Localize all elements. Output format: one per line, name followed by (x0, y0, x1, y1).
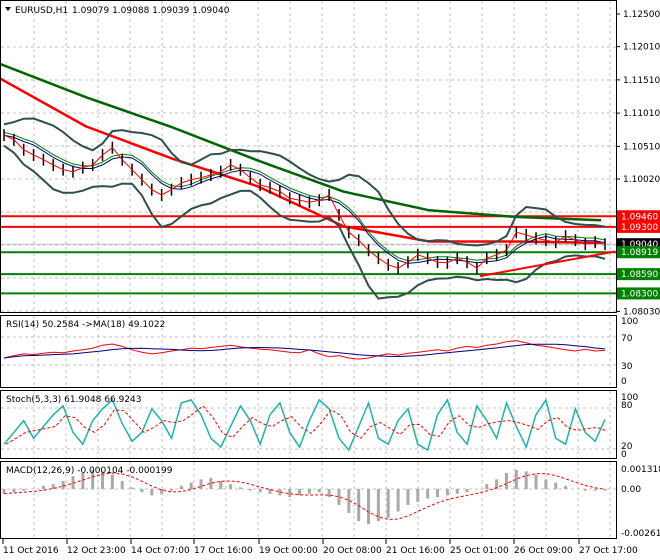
time-tick-label: 12 Oct 23:00 (67, 546, 126, 556)
macd-axis: 0.001318 0.00 -0.002615 (621, 465, 660, 539)
time-tick-label: 20 Oct 08:00 (323, 546, 382, 556)
level-tags: 1.094601.093001.090401.089191.085901.083… (617, 210, 660, 300)
rsi-tick: 30 (621, 362, 633, 372)
grid-lines (1, 1, 616, 538)
bollinger-lower (3, 144, 606, 300)
time-tick-label: 21 Oct 16:00 (386, 546, 445, 556)
ma-mid-line (0, 77, 602, 245)
stoch-tick: 80 (621, 401, 633, 411)
level-tag-label: 1.08919 (621, 248, 658, 258)
rsi-tick: 70 (621, 334, 633, 344)
time-tick-label: 14 Oct 07:00 (131, 546, 190, 556)
macd-tick: 0.001318 (621, 465, 660, 475)
macd-tick: -0.002615 (621, 529, 660, 539)
time-tick-label: 11 Oct 2016 (3, 546, 59, 556)
time-tick-label: 19 Oct 00:00 (259, 546, 318, 556)
trading-chart[interactable]: EURUSD,H1 1.09079 1.09088 1.09039 1.0904… (0, 0, 660, 560)
time-tick-label: 26 Oct 09:00 (514, 546, 573, 556)
stoch-signal-line (5, 405, 608, 445)
rsi-axis: 100 70 30 0 (621, 317, 638, 387)
ma-slow-line (0, 62, 602, 222)
level-tag-label: 1.08590 (621, 270, 658, 280)
dropdown-triangle-icon[interactable] (5, 7, 11, 11)
level-tag-label: 1.08300 (621, 289, 658, 299)
price-tick-label: 1.12500 (623, 10, 660, 20)
macd-tick: 0.00 (621, 485, 641, 495)
level-tag-label: 1.09460 (621, 212, 658, 222)
rsi-tick: 100 (621, 317, 638, 327)
stoch-main-line (3, 398, 606, 452)
stoch-label: Stoch(5,3,3) 61.9048 66.9243 (6, 395, 141, 405)
price-tick-label: 1.08030 (623, 307, 660, 317)
stoch-axis: 100 80 20 0 (621, 393, 638, 460)
ohlc-label: 1.09079 1.09088 1.09039 1.09040 (72, 6, 230, 16)
price-tick-label: 1.12010 (623, 43, 660, 53)
level-tag-label: 1.09300 (621, 223, 658, 233)
time-tick-label: 17 Oct 16:00 (194, 546, 253, 556)
symbol-label: EURUSD,H1 (15, 6, 68, 16)
price-tick-label: 1.11510 (623, 76, 660, 86)
macd-label: MACD(12,26,9) -0.000104 -0.000199 (6, 466, 173, 476)
price-tick-label: 1.11010 (623, 109, 660, 119)
chart-marks (0, 62, 616, 525)
time-axis: 11 Oct 2016 12 Oct 23:00 14 Oct 07:00 17 Oc… (2, 539, 638, 556)
time-tick-label: 25 Oct 01:00 (450, 546, 509, 556)
time-tick-label: 27 Oct 17:00 (579, 546, 638, 556)
rsi-label: RSI(14) 50.2584 ->MA(18) 49.1022 (6, 320, 165, 330)
price-tick-label: 1.10020 (623, 175, 660, 185)
rsi-tick: 0 (621, 377, 627, 387)
price-tick-label: 1.10510 (623, 142, 660, 152)
trendline (479, 250, 616, 278)
stoch-tick: 0 (621, 450, 627, 460)
